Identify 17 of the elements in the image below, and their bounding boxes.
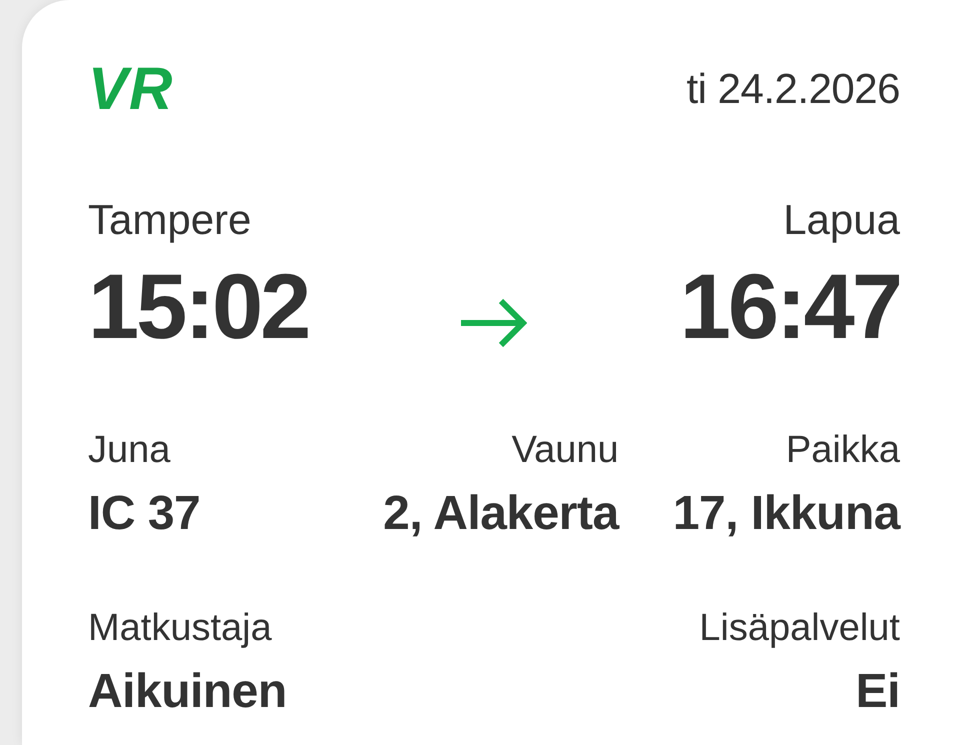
detail-label: Lisäpalvelut <box>699 606 900 651</box>
departure-time: 15:02 <box>88 261 308 353</box>
detail-value: Ei <box>856 664 900 720</box>
arrival-station: Lapua <box>783 195 900 245</box>
arrow-right-icon <box>461 298 527 348</box>
detail-value: 2, Alakerta <box>383 486 619 542</box>
detail-value: Aikuinen <box>88 664 287 720</box>
departure-station: Tampere <box>88 195 252 245</box>
logo: VR <box>88 59 174 119</box>
detail-value: IC 37 <box>88 486 200 542</box>
arrival-time: 16:47 <box>680 261 900 353</box>
detail-label: Matkustaja <box>88 606 272 651</box>
travel-date: ti 24.2.2026 <box>686 65 900 113</box>
detail-label: Paikka <box>786 428 900 473</box>
detail-label: Vaunu <box>512 428 619 473</box>
detail-value: 17, Ikkuna <box>672 486 900 542</box>
detail-label: Juna <box>88 428 170 473</box>
